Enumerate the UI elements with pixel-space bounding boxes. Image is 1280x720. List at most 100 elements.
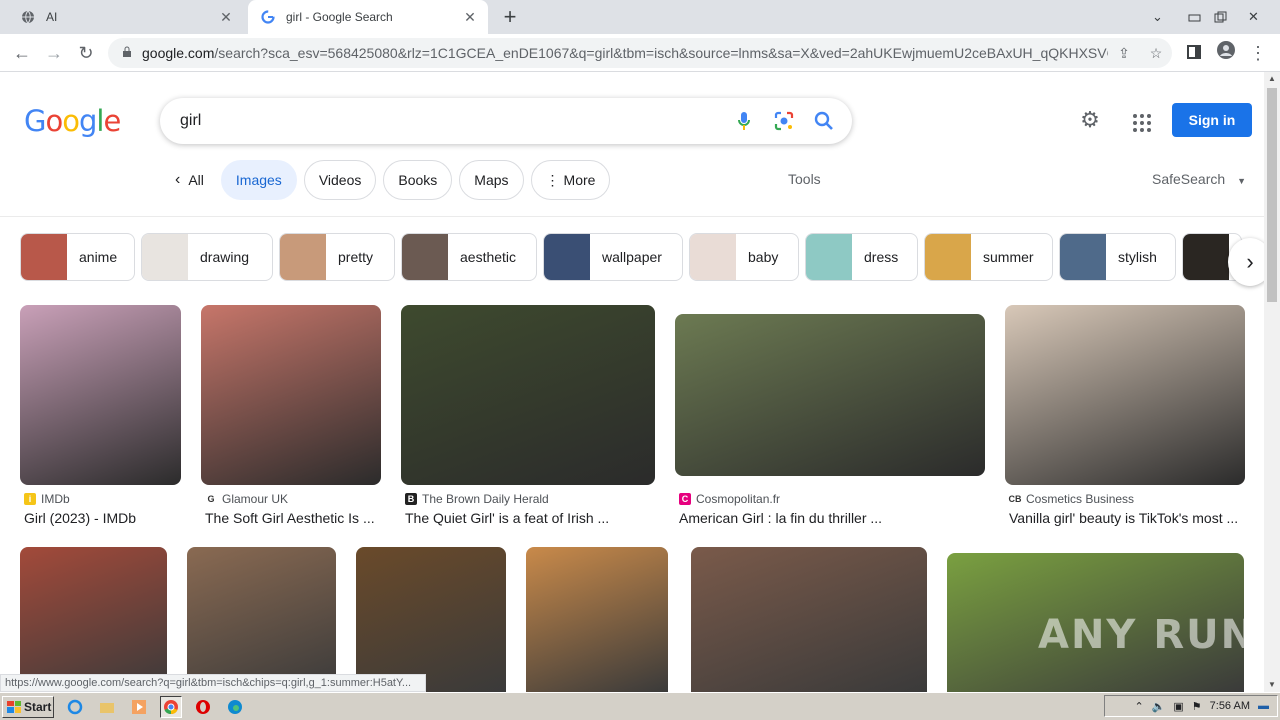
sign-in-button[interactable]: Sign in [1172,103,1252,137]
scroll-up-arrow-icon[interactable]: ▲ [1264,72,1280,86]
windows-flag-icon [7,700,21,713]
chip-baby[interactable]: baby [689,233,799,281]
scroll-down-arrow-icon[interactable]: ▼ [1264,678,1280,692]
result-title[interactable]: Vanilla girl' beauty is TikTok's most ..… [1009,510,1238,526]
safesearch-button[interactable]: SafeSearch ▼ [1152,171,1246,187]
result-thumbnail[interactable] [201,305,381,485]
tab-maps[interactable]: Maps [459,160,524,200]
chip-thumbnail [925,234,971,280]
minimize-icon[interactable] [1188,0,1202,34]
browser-tab-strip: AI ✕ girl - Google Search ✕ + ⌄ ✕ [0,0,1280,34]
tray-expand-icon[interactable]: ⌃ [1134,700,1143,713]
browser-tab-title: AI [46,10,58,24]
search-icon[interactable] [804,101,844,141]
reload-icon[interactable]: ↻ [74,41,98,65]
google-logo[interactable]: Google [24,104,121,138]
result-thumbnail[interactable] [187,547,336,692]
chip-thumbnail [1060,234,1106,280]
result-source[interactable]: G Glamour UK [205,492,288,506]
media-player-icon[interactable] [128,696,150,718]
result-title[interactable]: American Girl : la fin du thriller ... [679,510,882,526]
result-thumbnail[interactable] [1005,305,1245,485]
chevron-left-icon: ‹ [175,171,181,188]
chip-pretty[interactable]: pretty [279,233,395,281]
result-title[interactable]: The Quiet Girl' is a feat of Irish ... [405,510,609,526]
chip-dress[interactable]: dress [805,233,918,281]
forward-arrow-icon[interactable]: → [42,41,66,65]
edge-icon[interactable] [224,696,246,718]
result-thumbnail[interactable] [356,547,506,692]
new-tab-icon[interactable]: + [498,4,522,30]
tab-books[interactable]: Books [383,160,453,200]
camera-lens-icon[interactable] [764,101,804,141]
tab-search-icon[interactable]: ⌄ [1152,0,1163,34]
show-desktop-icon[interactable]: ▬ [1258,700,1269,712]
result-thumbnail[interactable] [691,547,927,692]
google-apps-icon[interactable] [1126,107,1154,135]
chip-thumbnail [806,234,852,280]
bookmark-star-icon[interactable]: ☆ [1140,45,1172,62]
restore-icon[interactable] [1214,0,1228,34]
browser-menu-icon[interactable]: ⋮ [1246,41,1270,65]
clock[interactable]: 7:56 AM [1210,700,1250,712]
volume-icon[interactable]: 🔈 [1152,700,1166,713]
chip-thumbnail [690,234,736,280]
chrome-icon[interactable] [160,695,182,718]
result-source-name: The Brown Daily Herald [422,492,549,506]
tab-more[interactable]: ⋮ More [530,160,611,200]
chip-stylish[interactable]: stylish [1059,233,1176,281]
chip-aesthetic[interactable]: aesthetic [401,233,537,281]
chip-wallpaper[interactable]: wallpaper [543,233,683,281]
result-thumbnail[interactable] [526,547,668,692]
result-source-name: Cosmetics Business [1026,492,1135,506]
chip-label: wallpaper [602,249,662,265]
scrollbar-thumb[interactable] [1267,88,1277,302]
browser-tab-ai[interactable]: AI ✕ [8,0,244,34]
internet-explorer-icon[interactable] [64,696,86,718]
close-window-icon[interactable]: ✕ [1248,0,1259,34]
opera-icon[interactable] [192,696,214,718]
search-input[interactable]: girl [180,112,724,130]
result-thumbnail[interactable] [20,547,167,692]
tools-button[interactable]: Tools [788,171,821,187]
network-icon[interactable]: ▣ [1173,700,1183,713]
tab-all[interactable]: ‹ All [165,160,214,200]
result-thumbnail[interactable] [675,314,985,476]
source-favicon-icon: CB [1008,493,1022,505]
tab-videos[interactable]: Videos [303,160,377,200]
folder-icon[interactable] [96,696,118,718]
browser-tab-google[interactable]: girl - Google Search ✕ [248,0,488,34]
source-favicon-icon: i [24,493,36,505]
logo-letter: G [24,104,47,138]
chip-drawing[interactable]: drawing [141,233,273,281]
start-button[interactable]: Start [2,695,54,718]
result-title[interactable]: Girl (2023) - IMDb [24,510,136,526]
source-favicon-icon: G [205,493,217,505]
close-tab-icon[interactable]: ✕ [218,9,234,26]
settings-gear-icon[interactable]: ⚙ [1076,107,1104,135]
address-bar[interactable]: google.com/search?sca_esv=568425080&rlz=… [108,38,1172,68]
chip-anime[interactable]: anime [20,233,135,281]
share-icon[interactable]: ⇪ [1108,45,1140,62]
microphone-icon[interactable] [724,101,764,141]
result-thumbnail[interactable] [20,305,181,485]
more-vert-icon: ⋮ [545,171,560,188]
result-source[interactable]: C Cosmopolitan.fr [679,492,780,506]
back-arrow-icon[interactable]: ← [10,41,34,65]
search-box[interactable]: girl [160,98,852,144]
result-source[interactable]: CB Cosmetics Business [1008,492,1135,506]
close-tab-icon[interactable]: ✕ [462,9,478,26]
chip-thumbnail [280,234,326,280]
chip-summer[interactable]: summer [924,233,1053,281]
chip-thumbnail [21,234,67,280]
flag-icon[interactable]: ⚑ [1192,700,1202,713]
result-title[interactable]: The Soft Girl Aesthetic Is ... [205,510,375,526]
page-scrollbar[interactable]: ▲ ▼ [1264,72,1280,692]
side-panel-icon[interactable] [1182,41,1206,65]
result-thumbnail[interactable] [401,305,655,485]
tab-images[interactable]: Images [220,160,297,200]
result-source[interactable]: i IMDb [24,492,70,506]
result-source[interactable]: B The Brown Daily Herald [405,492,549,506]
profile-avatar-icon[interactable] [1214,41,1238,65]
logo-letter: g [78,104,97,138]
